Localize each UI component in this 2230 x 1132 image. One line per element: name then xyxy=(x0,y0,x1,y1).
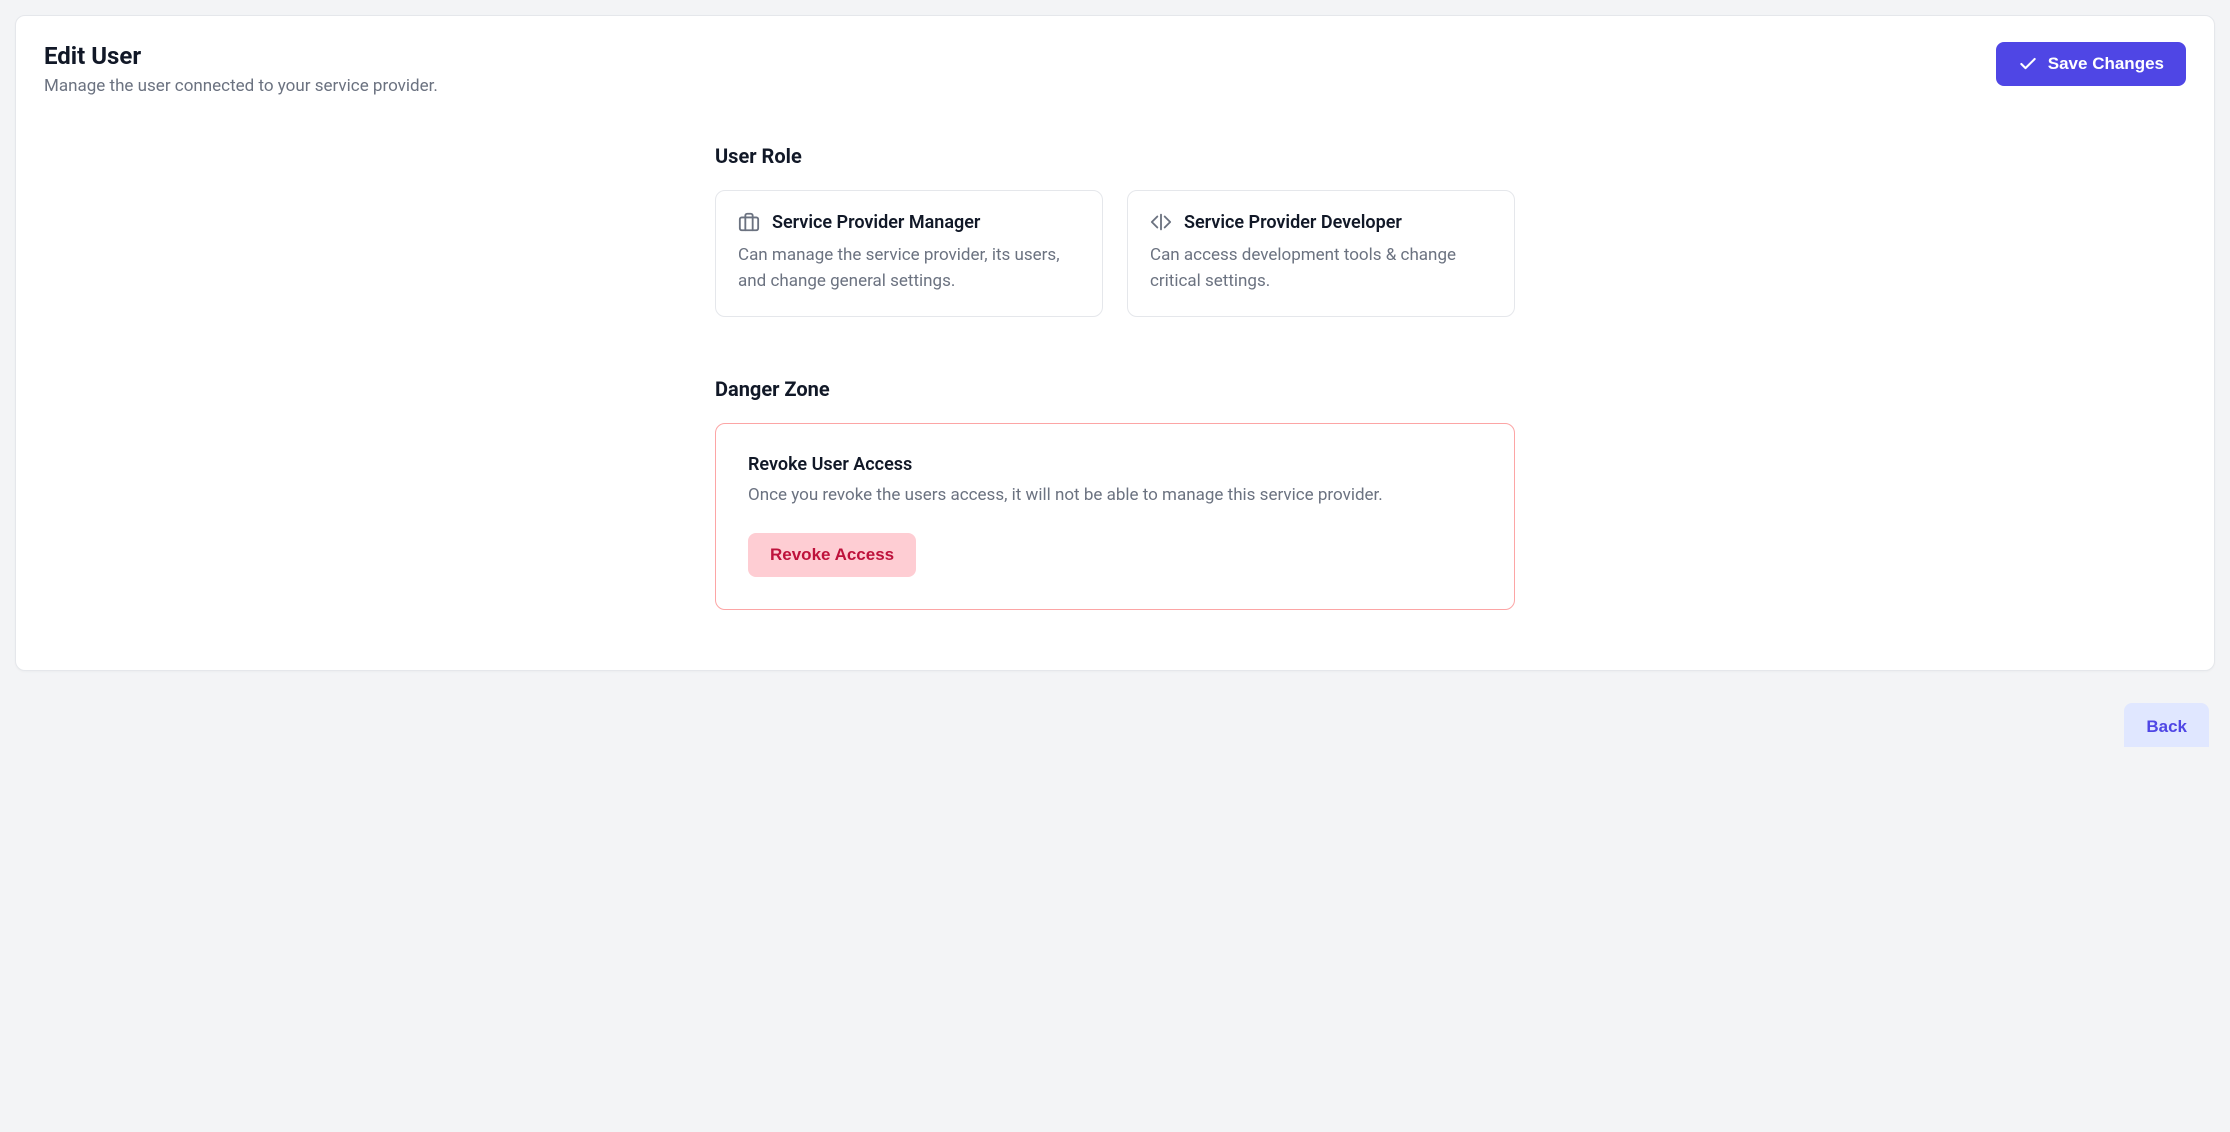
danger-zone-box: Revoke User Access Once you revoke the u… xyxy=(715,423,1515,610)
footer: Back xyxy=(15,703,2215,747)
revoke-button-label: Revoke Access xyxy=(770,545,894,564)
role-card-manager[interactable]: Service Provider Manager Can manage the … xyxy=(715,190,1103,317)
page-title: Edit User xyxy=(44,42,438,70)
role-description-developer: Can access development tools & change cr… xyxy=(1150,243,1492,294)
role-options: Service Provider Manager Can manage the … xyxy=(715,190,1515,317)
content-area: User Role Service Provider Manager Can m… xyxy=(635,144,1595,610)
briefcase-icon xyxy=(738,211,760,233)
role-description-manager: Can manage the service provider, its use… xyxy=(738,243,1080,294)
role-card-header: Service Provider Developer xyxy=(1150,211,1492,233)
role-card-header: Service Provider Manager xyxy=(738,211,1080,233)
check-icon xyxy=(2018,54,2038,74)
revoke-access-title: Revoke User Access xyxy=(748,454,1482,475)
save-button-label: Save Changes xyxy=(2048,54,2164,74)
revoke-access-description: Once you revoke the users access, it wil… xyxy=(748,485,1482,505)
back-button-label: Back xyxy=(2146,717,2187,736)
role-title-developer: Service Provider Developer xyxy=(1184,212,1402,233)
revoke-access-button[interactable]: Revoke Access xyxy=(748,533,916,577)
back-button[interactable]: Back xyxy=(2124,703,2209,747)
save-changes-button[interactable]: Save Changes xyxy=(1996,42,2186,86)
title-block: Edit User Manage the user connected to y… xyxy=(44,42,438,96)
card-header: Edit User Manage the user connected to y… xyxy=(44,42,2186,96)
edit-user-card: Edit User Manage the user connected to y… xyxy=(15,15,2215,671)
role-title-manager: Service Provider Manager xyxy=(772,212,980,233)
page-subtitle: Manage the user connected to your servic… xyxy=(44,76,438,96)
code-icon xyxy=(1150,211,1172,233)
role-card-developer[interactable]: Service Provider Developer Can access de… xyxy=(1127,190,1515,317)
danger-zone-heading: Danger Zone xyxy=(715,377,1515,401)
user-role-heading: User Role xyxy=(715,144,1515,168)
